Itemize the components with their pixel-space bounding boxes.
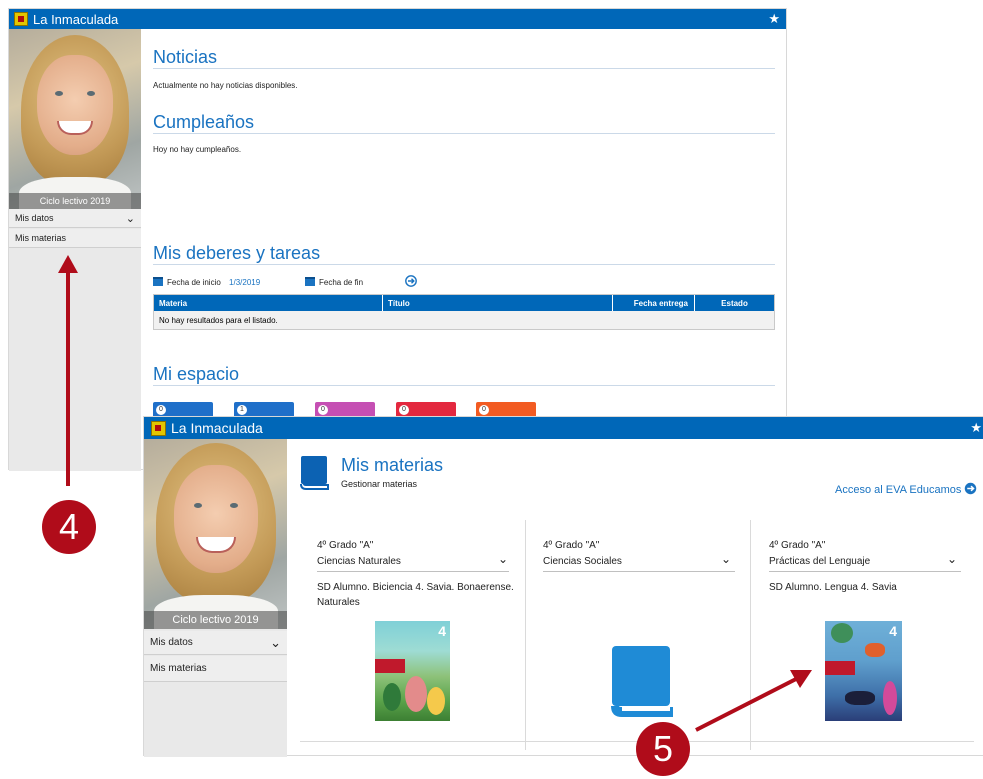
- biciencia-book-cover[interactable]: 4: [375, 621, 450, 721]
- eva-link-label: Acceso al EVA Educamos: [835, 484, 962, 496]
- column-header[interactable]: Estado: [695, 295, 774, 311]
- start-date-label: Fecha de inicio: [167, 278, 221, 287]
- chevron-down-icon[interactable]: ⌄: [721, 552, 731, 566]
- tile-count-badge: 1: [237, 405, 247, 415]
- sidebar: Ciclo lectivo 2019 Mis datos ⌄ Mis mater…: [144, 439, 287, 757]
- calendar-icon: [153, 277, 163, 286]
- end-date-label: Fecha de fin: [319, 278, 364, 287]
- book-icon: [300, 456, 329, 490]
- start-date-value[interactable]: 1/3/2019: [229, 278, 260, 287]
- back-window: La Inmaculada ★ Ciclo lectivo 2019 Mis d…: [8, 8, 787, 471]
- start-date-filter[interactable]: Fecha de inicio 1/3/2019: [153, 277, 260, 287]
- annotation-arrowhead-4: [58, 255, 78, 273]
- sidebar-item-mis-datos[interactable]: Mis datos ⌄: [9, 209, 141, 228]
- school-logo-icon: [14, 12, 28, 26]
- chevron-down-icon: ⌄: [270, 634, 281, 650]
- app-title: La Inmaculada: [33, 11, 119, 27]
- deberes-table: Materia Título Fecha entrega Estado No h…: [153, 294, 775, 330]
- book-title: SD Alumno. Lengua 4. Savia: [769, 582, 897, 593]
- tile-count-badge: 0: [479, 405, 489, 415]
- deberes-heading: Mis deberes y tareas: [153, 243, 321, 263]
- chevron-down-icon[interactable]: ⌄: [498, 552, 508, 566]
- page-subtitle: Gestionar materias: [341, 479, 418, 489]
- subject-select[interactable]: Prácticas del Lenguaje: [769, 556, 870, 567]
- column-header[interactable]: Fecha entrega: [613, 295, 695, 311]
- sidebar-item-label: Mis materias: [15, 233, 67, 243]
- sidebar: Ciclo lectivo 2019 Mis datos ⌄ Mis mater…: [9, 29, 141, 471]
- placeholder-book-icon[interactable]: [610, 644, 674, 720]
- tile-count-badge: 0: [318, 405, 328, 415]
- sidebar-item-label: Mis datos: [150, 637, 193, 648]
- grade-label: 4º Grado "A": [769, 540, 826, 551]
- school-logo-icon: [151, 420, 166, 436]
- sidebar-item-label: Mis materias: [150, 663, 207, 674]
- profile-photo: Ciclo lectivo 2019: [144, 439, 287, 629]
- book-title: SD Alumno. Biciencia 4. Savia. Bonaerens…: [317, 582, 514, 608]
- app-title: La Inmaculada: [171, 420, 263, 436]
- titlebar: La Inmaculada ★: [9, 9, 786, 29]
- column-header[interactable]: Título: [383, 295, 613, 311]
- profile-photo: Ciclo lectivo 2019: [9, 29, 141, 209]
- sidebar-item-label: Mis datos: [15, 213, 54, 223]
- ciclo-lectivo-caption: Ciclo lectivo 2019: [144, 611, 287, 629]
- arrow-right-circle-icon[interactable]: [405, 275, 417, 287]
- eva-link[interactable]: Acceso al EVA Educamos: [835, 482, 977, 496]
- cumpleanos-heading: Cumpleaños: [153, 112, 255, 132]
- end-date-filter[interactable]: Fecha de fin: [305, 277, 363, 287]
- grade-label: 4º Grado "A": [317, 540, 374, 551]
- table-header: Materia Título Fecha entrega Estado: [154, 295, 774, 311]
- favorite-star-icon[interactable]: ★: [768, 11, 780, 27]
- tile-count-badge: 0: [399, 405, 409, 415]
- page-title: Mis materias: [341, 455, 444, 475]
- cumpleanos-text: Hoy no hay cumpleaños.: [153, 145, 242, 154]
- noticias-heading: Noticias: [153, 47, 218, 67]
- sidebar-item-mis-materias[interactable]: Mis materias: [144, 656, 287, 682]
- subject-select[interactable]: Ciencias Sociales: [543, 556, 622, 567]
- noticias-text: Actualmente no hay noticias disponibles.: [153, 81, 298, 90]
- grade-label: 4º Grado "A": [543, 540, 600, 551]
- annotation-arrow-5: [695, 670, 812, 732]
- calendar-icon: [305, 277, 315, 286]
- espacio-heading: Mi espacio: [153, 364, 240, 384]
- favorite-star-icon[interactable]: ★: [970, 420, 982, 436]
- lengua-book-cover[interactable]: 4: [825, 621, 902, 721]
- chevron-down-icon: ⌄: [125, 212, 135, 225]
- step-5-badge: 5: [636, 722, 690, 776]
- subject-card: 4º Grado "A" Ciencias Naturales ⌄ SD Alu…: [317, 520, 526, 750]
- titlebar: La Inmaculada ★: [144, 417, 983, 439]
- tile-count-badge: 0: [156, 405, 166, 415]
- annotation-arrow-4: [66, 270, 70, 486]
- ciclo-lectivo-caption: Ciclo lectivo 2019: [9, 193, 141, 209]
- step-4-badge: 4: [42, 500, 96, 554]
- sidebar-item-mis-materias[interactable]: Mis materias: [9, 229, 141, 248]
- table-row: No hay resultados para el listado.: [154, 311, 774, 329]
- arrow-right-circle-icon: [965, 482, 977, 495]
- chevron-down-icon[interactable]: ⌄: [947, 552, 957, 566]
- subject-select[interactable]: Ciencias Naturales: [317, 556, 401, 567]
- sidebar-item-mis-datos[interactable]: Mis datos ⌄: [144, 631, 287, 655]
- column-header[interactable]: Materia: [154, 295, 383, 311]
